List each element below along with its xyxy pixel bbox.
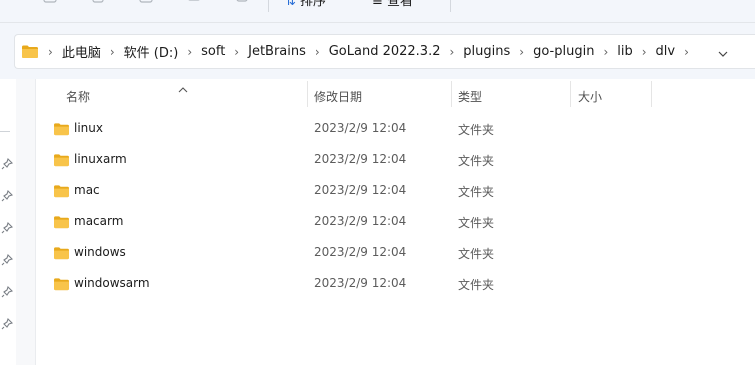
- chevron-right-icon[interactable]: ›: [110, 45, 115, 59]
- sort-button[interactable]: ⇅ 排序: [285, 0, 326, 9]
- nav-divider: [0, 131, 10, 132]
- file-row[interactable]: linux 2023/2/9 12:04 文件夹: [36, 112, 755, 143]
- pin-icon[interactable]: [1, 187, 14, 202]
- column-divider[interactable]: [307, 81, 308, 107]
- paste-icon[interactable]: [138, 0, 156, 6]
- folder-icon: [53, 183, 70, 202]
- pin-icon[interactable]: [1, 315, 14, 330]
- copy-icon[interactable]: [90, 0, 108, 6]
- navigation-pane: [0, 79, 16, 365]
- folder-icon: [53, 121, 70, 140]
- folder-icon: [53, 276, 70, 295]
- column-header-modified[interactable]: 修改日期: [314, 88, 362, 105]
- pin-icon[interactable]: [1, 251, 14, 266]
- crumb-plugins[interactable]: plugins: [463, 44, 510, 59]
- chevron-right-icon[interactable]: ›: [234, 45, 239, 59]
- column-header-size[interactable]: 大小: [578, 88, 602, 105]
- file-name: linux: [74, 121, 103, 135]
- sort-icon: ⇅: [285, 0, 296, 9]
- file-name: macarm: [74, 214, 124, 228]
- pin-icon[interactable]: [1, 155, 14, 170]
- file-row[interactable]: windows 2023/2/9 12:04 文件夹: [36, 236, 755, 267]
- file-modified: 2023/2/9 12:04: [314, 214, 407, 228]
- chevron-down-icon[interactable]: [717, 45, 729, 64]
- pane-splitter[interactable]: [16, 79, 36, 365]
- toolbar-divider: [450, 0, 451, 12]
- file-row[interactable]: macarm 2023/2/9 12:04 文件夹: [36, 205, 755, 236]
- cut-icon[interactable]: [42, 0, 60, 6]
- chevron-right-icon[interactable]: ›: [519, 45, 524, 59]
- chevron-right-icon[interactable]: ›: [187, 45, 192, 59]
- file-name: mac: [74, 183, 100, 197]
- file-row[interactable]: linuxarm 2023/2/9 12:04 文件夹: [36, 143, 755, 174]
- file-type: 文件夹: [458, 216, 495, 230]
- folder-icon: [53, 214, 70, 233]
- crumb-jetbrains[interactable]: JetBrains: [248, 44, 306, 59]
- chevron-right-icon[interactable]: ›: [315, 45, 320, 59]
- chevron-right-icon[interactable]: ›: [48, 45, 53, 59]
- view-icon: ≡: [372, 0, 383, 9]
- command-bar: ⇅ 排序 ≡ 查看: [0, 0, 755, 23]
- crumb-go-plugin[interactable]: go-plugin: [533, 44, 594, 59]
- file-type: 文件夹: [458, 278, 495, 292]
- file-type: 文件夹: [458, 154, 495, 168]
- chevron-right-icon[interactable]: ›: [684, 45, 689, 59]
- crumb-soft[interactable]: soft: [201, 44, 225, 59]
- rename-icon[interactable]: [186, 0, 204, 6]
- file-name: linuxarm: [74, 152, 127, 166]
- crumb-lib[interactable]: lib: [617, 44, 632, 59]
- file-row[interactable]: mac 2023/2/9 12:04 文件夹: [36, 174, 755, 205]
- folder-icon: [53, 245, 70, 264]
- column-header-name[interactable]: 名称: [66, 88, 90, 105]
- file-type: 文件夹: [458, 123, 495, 137]
- view-label: 查看: [387, 0, 414, 9]
- chevron-right-icon[interactable]: ›: [642, 45, 647, 59]
- folder-icon: [21, 44, 39, 59]
- file-modified: 2023/2/9 12:04: [314, 276, 407, 290]
- folder-icon: [53, 152, 70, 171]
- crumb-goland[interactable]: GoLand 2022.3.2: [329, 44, 441, 59]
- column-divider[interactable]: [651, 81, 652, 107]
- file-list: 名称 修改日期 类型 大小 linux 2023/2/9 12:04 文件夹 l…: [36, 79, 755, 365]
- address-bar[interactable]: › 此电脑 › 软件 (D:) › soft › JetBrains › GoL…: [14, 34, 755, 69]
- view-button[interactable]: ≡ 查看: [372, 0, 413, 9]
- file-type: 文件夹: [458, 247, 495, 261]
- crumb-this-pc[interactable]: 此电脑: [62, 42, 101, 61]
- column-divider[interactable]: [570, 81, 571, 107]
- pin-icon[interactable]: [1, 283, 14, 298]
- toolbar-divider: [268, 0, 269, 12]
- chevron-right-icon[interactable]: ›: [603, 45, 608, 59]
- file-row[interactable]: windowsarm 2023/2/9 12:04 文件夹: [36, 267, 755, 298]
- chevron-right-icon[interactable]: ›: [449, 45, 454, 59]
- file-modified: 2023/2/9 12:04: [314, 183, 407, 197]
- file-name: windowsarm: [74, 276, 150, 290]
- column-header-type[interactable]: 类型: [458, 88, 482, 105]
- file-modified: 2023/2/9 12:04: [314, 245, 407, 259]
- file-modified: 2023/2/9 12:04: [314, 121, 407, 135]
- address-bar-row: › 此电脑 › 软件 (D:) › soft › JetBrains › GoL…: [0, 23, 755, 79]
- file-name: windows: [74, 245, 126, 259]
- sort-ascending-icon: [178, 79, 188, 98]
- column-divider[interactable]: [451, 81, 452, 107]
- sort-label: 排序: [300, 0, 327, 9]
- crumb-drive-d[interactable]: 软件 (D:): [124, 42, 179, 61]
- delete-icon[interactable]: [234, 0, 252, 6]
- file-type: 文件夹: [458, 185, 495, 199]
- crumb-dlv[interactable]: dlv: [656, 44, 676, 59]
- file-modified: 2023/2/9 12:04: [314, 152, 407, 166]
- pin-icon[interactable]: [1, 219, 14, 234]
- breadcrumb: › 此电脑 › 软件 (D:) › soft › JetBrains › GoL…: [21, 35, 698, 68]
